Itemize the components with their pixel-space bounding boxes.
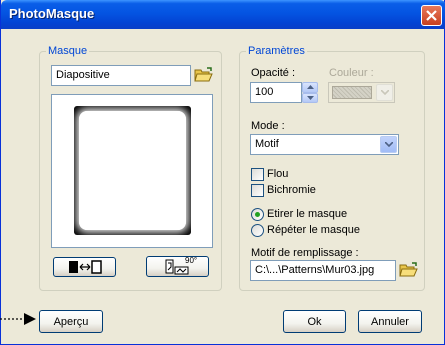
annuler-button[interactable]: Annuler: [358, 310, 422, 333]
etirer-label[interactable]: Etirer le masque: [267, 208, 347, 221]
apercu-button[interactable]: Aperçu: [39, 310, 103, 333]
open-folder-icon: [194, 67, 213, 82]
mode-select[interactable]: Motif: [250, 134, 399, 155]
motif-path-field[interactable]: C:\...\Patterns\Mur03.jpg: [250, 260, 396, 281]
masque-group-label: Masque: [46, 45, 90, 57]
bichromie-checkbox[interactable]: [251, 184, 264, 197]
bichromie-label[interactable]: Bichromie: [267, 184, 316, 197]
opacity-spinner[interactable]: [302, 82, 318, 103]
repeter-label[interactable]: Répéter le masque: [267, 224, 360, 237]
etirer-radio[interactable]: [251, 208, 264, 221]
opacity-label: Opacité :: [251, 67, 296, 79]
open-motif-button[interactable]: [399, 261, 419, 279]
mask-name-field[interactable]: Diapositive: [51, 65, 191, 86]
rotate-angle-label: 90°: [185, 256, 198, 265]
color-label: Couleur :: [329, 67, 374, 79]
window-title: PhotoMasque: [9, 6, 95, 21]
parametres-group-label: Paramètres: [246, 45, 307, 57]
pointer-arrow-icon: [0, 313, 36, 325]
chevron-down-icon: [306, 95, 314, 100]
rotate-mask-button[interactable]: 90°: [146, 256, 209, 277]
color-swatch: [332, 86, 372, 99]
mask-thumbnail: [74, 106, 191, 235]
close-icon: [426, 10, 437, 21]
color-dropdown-arrow[interactable]: [376, 84, 393, 101]
photomasque-dialog: PhotoMasque Masque Diapositive 90° Param…: [0, 0, 445, 345]
repeter-radio[interactable]: [251, 224, 264, 237]
flip-horizontal-icon: [68, 260, 102, 274]
color-picker[interactable]: [328, 82, 395, 103]
chevron-down-icon: [380, 90, 389, 95]
opacity-input[interactable]: 100: [250, 82, 302, 103]
mode-value: Motif: [255, 138, 279, 150]
mask-preview: [51, 94, 213, 248]
motif-label: Motif de remplissage :: [251, 247, 359, 259]
chevron-down-icon: [384, 142, 393, 147]
title-bar: PhotoMasque: [1, 0, 445, 29]
opacity-up-button[interactable]: [302, 82, 318, 93]
close-button[interactable]: [421, 5, 442, 26]
flip-mask-button[interactable]: [53, 257, 116, 277]
chevron-up-icon: [306, 85, 314, 90]
opacity-down-button[interactable]: [302, 92, 318, 103]
ok-button[interactable]: Ok: [283, 310, 346, 333]
mode-dropdown-arrow[interactable]: [380, 136, 397, 153]
mode-label: Mode :: [251, 120, 285, 132]
open-folder-icon: [399, 262, 418, 277]
flou-label[interactable]: Flou: [267, 168, 288, 181]
flou-checkbox[interactable]: [251, 168, 264, 181]
open-mask-button[interactable]: [194, 66, 214, 84]
